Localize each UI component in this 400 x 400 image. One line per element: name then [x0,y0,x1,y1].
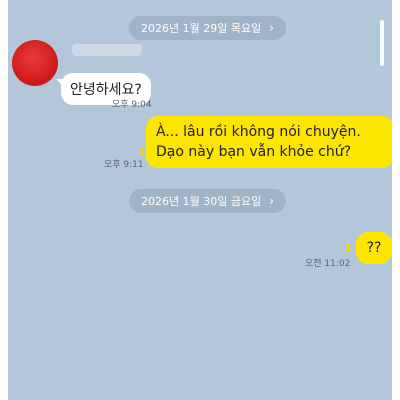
chevron-right-icon: › [269,21,275,35]
avatar[interactable] [12,40,58,86]
chat-room: 2026년 1월 29일 목요일 › 안녕하세요? 오후 9:04 À... lâ… [8,0,392,400]
chevron-right-icon: › [269,194,275,208]
message-time: 오후 9:04 [112,100,152,110]
message-text: ?? [366,240,382,256]
scrollbar[interactable] [380,20,384,66]
date-divider-jan-29[interactable]: 2026년 1월 29일 목요일 › [129,16,287,40]
sender-name-blurred [72,44,142,56]
message-text: À... lâu rồi không nói chuyện. Dạo này b… [156,124,361,160]
date-divider-label: 2026년 1월 29일 목요일 [141,22,262,35]
date-divider-jan-30[interactable]: 2026년 1월 30일 금요일 › [129,189,287,213]
date-divider-label: 2026년 1월 30일 금요일 [141,195,262,208]
message-time: 오전 11:02 [305,259,351,269]
message-bubble-outgoing[interactable]: ?? [356,232,392,264]
message-time: 오후 9:11 [104,160,144,170]
unread-count: 1 [345,243,352,254]
message-bubble-outgoing[interactable]: À... lâu rồi không nói chuyện. Dạo này b… [146,116,392,168]
message-text: 안녕하세요? [70,82,142,98]
